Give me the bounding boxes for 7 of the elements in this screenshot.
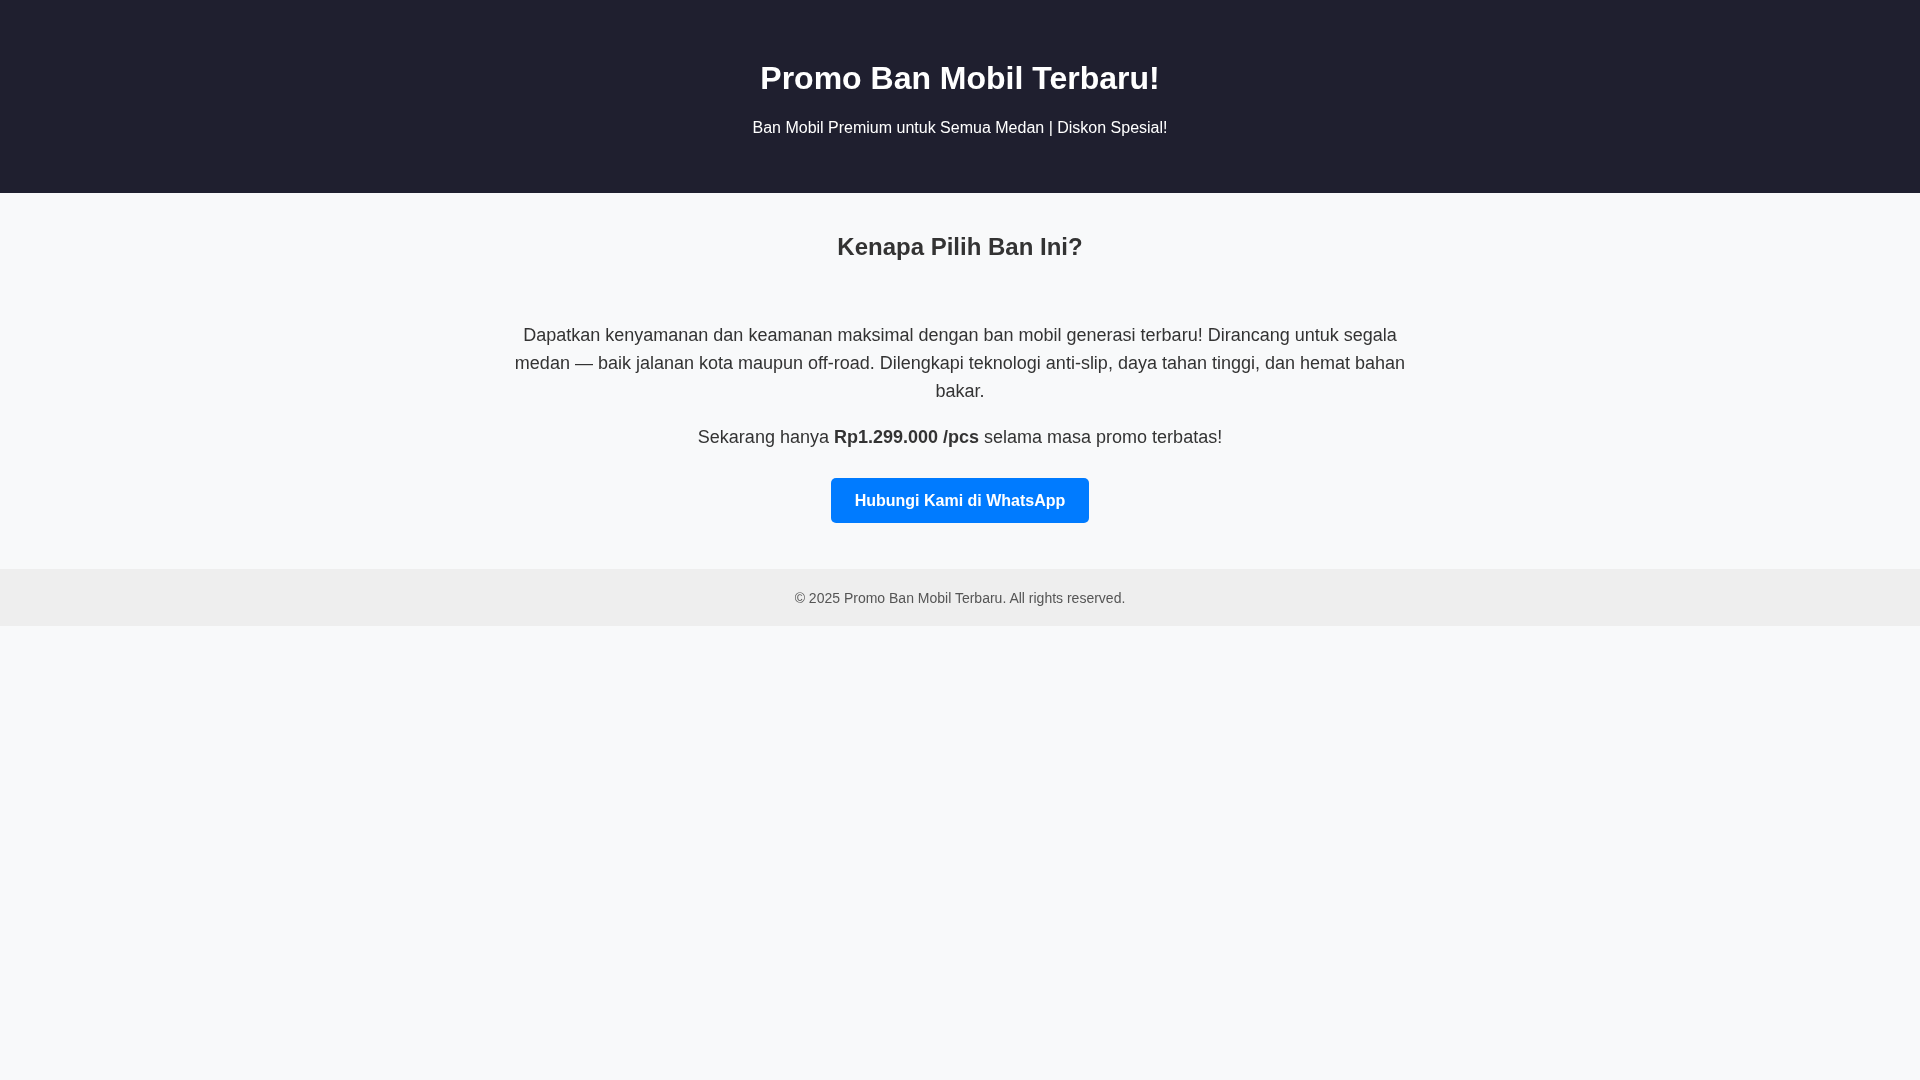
section-heading: Kenapa Pilih Ban Ini? [837, 233, 1083, 261]
page-subtitle: Ban Mobil Premium untuk Semua Medan | Diskon Spesial! [751, 119, 1169, 137]
price-text: Sekarang hanya Rp1.299.000 /pcs selama masa promo terbatas! [697, 426, 1223, 449]
page-title: Promo Ban Mobil Terbaru! [759, 60, 1161, 97]
copyright-text: © 2025 Promo Ban Mobil Terbaru. All rights reserved. [794, 589, 1126, 606]
whatsapp-button[interactable]: Hubungi Kami di WhatsApp [830, 478, 1090, 523]
description-paragraph: Dapatkan kenyamanan dan keamanan maksimal dengan ban mobil generasi terbaru! Dirancang untuk segala medan — baik jalanan kota maupun off-road. Dilengkapi teknologi anti-slip, daya tahan tinggi, dan hemat bahan bakar. [513, 324, 1407, 403]
